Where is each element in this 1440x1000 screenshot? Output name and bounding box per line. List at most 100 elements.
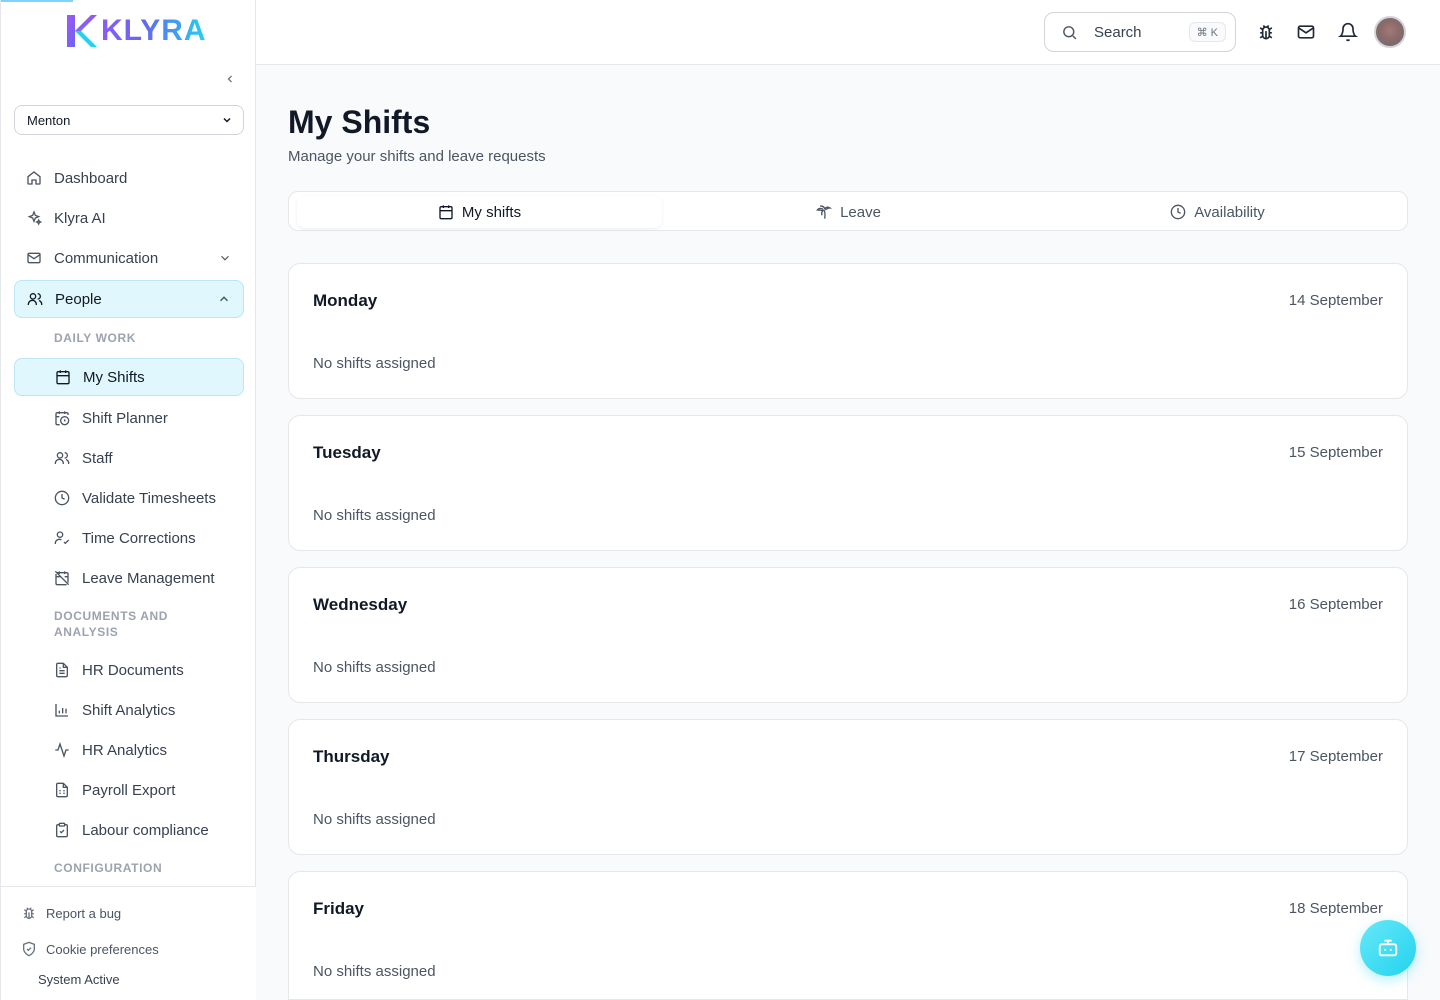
sparkles-icon [27, 210, 42, 226]
search-icon [1063, 25, 1077, 39]
tab-availability[interactable]: Availability [1035, 196, 1400, 228]
day-name: Monday [313, 291, 378, 310]
sidebar-item-label: Validate Timesheets [82, 489, 216, 507]
mail-icon [1297, 25, 1315, 39]
sidebar-item-validate-timesheets[interactable]: Validate Timesheets [14, 480, 244, 516]
sidebar-item-shift-analytics[interactable]: Shift Analytics [14, 692, 244, 728]
bell-icon [1338, 22, 1358, 42]
location-select[interactable]: Menton [14, 105, 244, 135]
chevron-down-icon [223, 117, 231, 123]
sidebar-item-time-corrections[interactable]: Time Corrections [14, 520, 244, 556]
day-name: Tuesday [313, 443, 381, 462]
day-card-thursday: Thursday 17 September No shifts assigned [288, 719, 1408, 855]
calendar-off-icon [54, 570, 70, 586]
sidebar-item-label: Labour compliance [82, 821, 209, 839]
sidebar: KLYRA Menton Dashboard Klyra AI Communic… [0, 0, 256, 1000]
report-bug-link[interactable]: Report a bug [21, 905, 121, 921]
calendar-icon [56, 370, 70, 385]
sidebar-item-label: Shift Analytics [82, 701, 176, 719]
day-empty-message: No shifts assigned [313, 507, 436, 524]
palm-tree-icon [816, 205, 833, 219]
day-date: 18 September [1288, 900, 1383, 917]
system-status: System Active [38, 972, 120, 987]
ai-assistant-button[interactable] [1360, 920, 1416, 976]
section-documents-analysis: DOCUMENTS AND ANALYSIS [54, 609, 169, 639]
nav-people-label: People [55, 290, 102, 308]
logo-wordmark: KLYRA [101, 14, 207, 47]
tab-my-shifts[interactable]: My shifts [297, 196, 662, 228]
day-card-wednesday: Wednesday 16 September No shifts assigne… [288, 567, 1408, 703]
sidebar-item-label: Payroll Export [82, 781, 176, 799]
notifications-button[interactable] [1338, 22, 1358, 42]
tab-label: Leave [840, 203, 881, 221]
day-name: Friday [313, 899, 365, 918]
loading-bar [1, 0, 73, 2]
nav-communication[interactable]: Communication [14, 240, 244, 276]
clipboard-check-icon [56, 822, 68, 838]
day-date: 16 September [1288, 596, 1383, 613]
page-subtitle: Manage your shifts and leave requests [288, 148, 546, 165]
day-date: 14 September [1288, 292, 1383, 309]
user-check-icon [54, 531, 70, 545]
search-input[interactable]: Search ⌘ K [1044, 12, 1236, 52]
day-empty-message: No shifts assigned [313, 963, 436, 980]
bug-icon [23, 907, 35, 919]
section-daily-work: DAILY WORK [54, 331, 137, 345]
sidebar-item-label: Shift Planner [82, 409, 168, 427]
day-name: Thursday [313, 747, 390, 766]
day-empty-message: No shifts assigned [313, 811, 436, 828]
clock-icon [54, 490, 70, 506]
users-icon [54, 452, 70, 464]
sidebar-item-my-shifts[interactable]: My Shifts [14, 358, 244, 396]
search-label: Search [1094, 23, 1142, 41]
cookie-preferences-link[interactable]: Cookie preferences [21, 941, 159, 957]
chevron-up-icon [219, 296, 229, 302]
shift-tabs: My shifts Leave Availability [288, 191, 1408, 231]
bot-icon [1378, 939, 1398, 957]
nav-people[interactable]: People [14, 280, 244, 318]
tab-leave[interactable]: Leave [666, 196, 1031, 228]
file-spreadsheet-icon [56, 782, 68, 798]
klyra-logo-mark [67, 15, 97, 47]
file-text-icon [56, 662, 68, 678]
day-empty-message: No shifts assigned [313, 659, 436, 676]
user-avatar[interactable] [1374, 16, 1406, 48]
collapse-sidebar-button[interactable] [221, 70, 239, 88]
nav-dashboard-label: Dashboard [54, 169, 128, 187]
sidebar-item-shift-planner[interactable]: Shift Planner [14, 400, 244, 436]
report-bug-label: Report a bug [46, 905, 122, 921]
users-icon [27, 293, 43, 305]
mail-icon [27, 252, 41, 264]
day-card-friday: Friday 18 September No shifts assigned [288, 871, 1408, 1000]
calendar-clock-icon [55, 411, 70, 426]
page-title: My Shifts [288, 104, 431, 140]
sidebar-item-hr-analytics[interactable]: HR Analytics [14, 732, 244, 768]
sidebar-item-label: HR Documents [82, 661, 184, 679]
sidebar-item-label: HR Analytics [82, 741, 168, 759]
day-date: 15 September [1288, 444, 1383, 461]
sidebar-item-labour-compliance[interactable]: Labour compliance [14, 812, 244, 848]
home-icon [27, 171, 41, 185]
sidebar-item-payroll-export[interactable]: Payroll Export [14, 772, 244, 808]
top-bar: Search ⌘ K [256, 0, 1440, 65]
report-bug-button[interactable] [1256, 22, 1276, 42]
sidebar-item-staff[interactable]: Staff [14, 440, 244, 476]
tab-label: My shifts [461, 203, 522, 221]
location-select-value: Menton [27, 112, 71, 128]
nav-dashboard[interactable]: Dashboard [14, 160, 244, 196]
day-name: Wednesday [313, 595, 408, 614]
day-card-monday: Monday 14 September No shifts assigned [288, 263, 1408, 399]
nav-communication-label: Communication [54, 249, 159, 267]
search-shortcut: ⌘ K [1188, 22, 1226, 42]
day-date: 17 September [1288, 748, 1383, 765]
sidebar-item-label: Staff [82, 449, 113, 467]
sidebar-item-leave-management[interactable]: Leave Management [14, 560, 244, 596]
sidebar-item-hr-documents[interactable]: HR Documents [14, 652, 244, 688]
cookie-preferences-label: Cookie preferences [46, 941, 159, 957]
nav-klyra-ai[interactable]: Klyra AI [14, 200, 244, 236]
sidebar-item-label: My Shifts [83, 368, 145, 386]
messages-button[interactable] [1296, 22, 1316, 42]
chevron-left-icon [227, 75, 232, 83]
bar-chart-icon [55, 704, 68, 717]
klyra-logo[interactable]: KLYRA [65, 14, 207, 48]
